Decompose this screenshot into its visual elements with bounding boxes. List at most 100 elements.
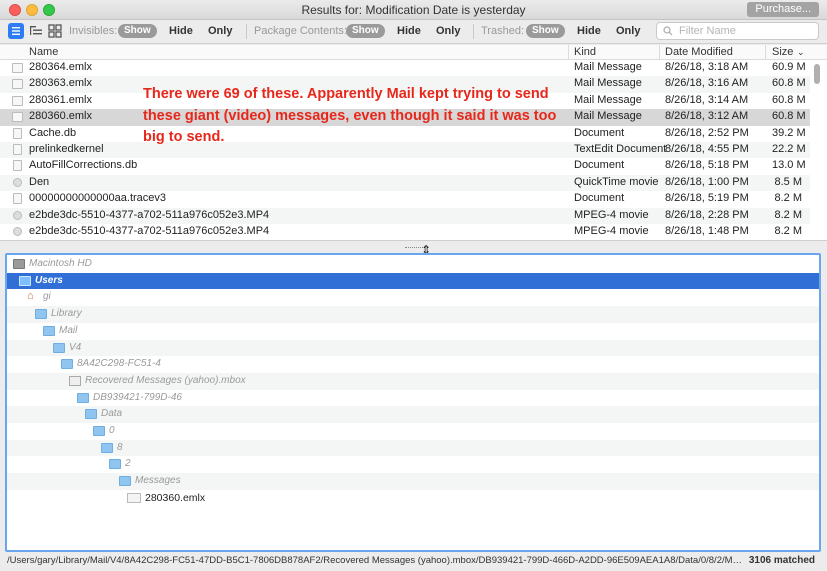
split-view-divider[interactable]: ⇕ (0, 241, 827, 257)
document-icon (13, 193, 22, 205)
trashed-show-button[interactable]: Show (526, 24, 565, 38)
file-name: Den (29, 175, 50, 188)
purchase-button[interactable]: Purchase... (747, 2, 819, 17)
folder-icon (53, 342, 65, 353)
document-icon (13, 144, 22, 155)
disk-icon (13, 259, 25, 269)
outline-row[interactable]: V4 (7, 339, 819, 357)
file-size: 8.2 M (774, 192, 802, 205)
folder-icon (19, 275, 31, 286)
table-scrollbar[interactable] (814, 64, 820, 84)
trashed-label: Trashed: (481, 25, 525, 37)
outline-label: 2 (125, 458, 131, 470)
folder-icon (101, 442, 113, 453)
invisibles-only-button[interactable]: Only (208, 25, 232, 37)
file-name: 280361.emlx (29, 93, 92, 106)
outline-row[interactable]: 8 (7, 439, 819, 457)
file-name: e2bde3dc-5510-4377-a702-511a976c052e3.MP… (29, 208, 270, 221)
outline-row[interactable]: 2 (7, 456, 819, 473)
toolbar-divider (473, 24, 474, 39)
file-size: 22.2 M (772, 143, 806, 155)
invisibles-label: Invisibles: (69, 25, 118, 37)
date-modified: 8/26/18, 5:19 PM (665, 192, 749, 205)
grid-view-button[interactable] (47, 23, 63, 39)
path-outline: Macintosh HD Users ⌂ gi Library Mail V4 8A42C29… (5, 253, 821, 552)
column-divider (568, 45, 569, 60)
file-kind: Mail Message (574, 93, 642, 106)
outline-label: Library (51, 308, 82, 320)
table-row[interactable]: e2bde3dc-5510-4377-a702-511a976c052e3.MP… (0, 207, 810, 224)
file-kind: Document (574, 192, 625, 205)
outline-row[interactable]: Messages (7, 473, 819, 490)
outline-row[interactable]: Data (7, 406, 819, 423)
title-bar: Results for: Modification Date is yester… (0, 0, 827, 20)
outline-row[interactable]: 280360.emlx (7, 490, 819, 507)
outline-row[interactable]: DB939421-799D-46 (7, 390, 819, 407)
package-only-button[interactable]: Only (436, 25, 460, 37)
trashed-only-button[interactable]: Only (616, 25, 640, 37)
package-hide-button[interactable]: Hide (397, 25, 421, 37)
outline-label: Messages (135, 475, 181, 487)
folder-icon (85, 409, 97, 420)
date-modified: 8/26/18, 4:55 PM (665, 143, 749, 155)
outline-row[interactable]: Mail (7, 323, 819, 340)
trashed-hide-button[interactable]: Hide (577, 25, 601, 37)
table-row[interactable]: e2bde3dc-5510-4377-a702-511a976c052e3.MP… (0, 224, 810, 240)
table-row[interactable]: 280364.emlx Mail Message 8/26/18, 3:18 AM 6… (0, 60, 810, 76)
invisibles-hide-button[interactable]: Hide (169, 25, 193, 37)
movie-icon (13, 210, 22, 220)
table-row[interactable]: 00000000000000aa.tracev3 Document 8/26/18,… (0, 191, 810, 207)
outline-label: Data (101, 408, 123, 420)
column-header-name[interactable]: Name (29, 46, 58, 58)
grid-view-icon (48, 24, 62, 38)
outline-label: DB939421-799D-46 (93, 391, 182, 403)
filter-field[interactable] (656, 22, 819, 40)
home-icon: ⌂ (27, 290, 34, 303)
file-kind: Mail Message (574, 110, 642, 123)
outline-view-button[interactable] (28, 23, 44, 39)
file-kind: Document (574, 126, 625, 139)
file-name: 280360.emlx (29, 110, 92, 123)
package-contents-label: Package Contents: (254, 25, 347, 37)
outline-view-icon (30, 26, 42, 35)
filter-name-input[interactable] (679, 24, 809, 38)
match-count: 3106 matched (748, 555, 815, 566)
file-size: 60.9 M (772, 61, 806, 73)
file-kind: MPEG-4 movie (574, 225, 649, 237)
movie-icon (13, 177, 22, 187)
outline-row[interactable]: ⌂ gi (7, 289, 819, 306)
outline-label: Mail (59, 324, 78, 336)
column-header-kind[interactable]: Kind (574, 46, 596, 58)
outline-row[interactable]: 8A42C298-FC51-4 (7, 356, 819, 373)
outline-row[interactable]: 0 (7, 423, 819, 440)
date-modified: 8/26/18, 3:16 AM (665, 77, 749, 90)
date-modified: 8/26/18, 3:14 AM (665, 93, 749, 106)
table-row[interactable]: AutoFillCorrections.db Document 8/26/18, 5… (0, 158, 810, 174)
invisibles-show-button[interactable]: Show (118, 24, 157, 38)
search-icon (663, 26, 673, 36)
mail-icon (12, 63, 23, 73)
outline-row[interactable]: Library (7, 306, 819, 323)
column-divider (765, 45, 766, 60)
file-size: 8.2 M (774, 208, 802, 221)
outline-row[interactable]: Recovered Messages (yahoo).mbox (7, 372, 819, 390)
column-header-date[interactable]: Date Modified (665, 46, 733, 58)
file-size: 60.8 M (772, 93, 806, 106)
table-row[interactable]: Den QuickTime movie 8/26/18, 1:00 PM 8.5 M (0, 174, 810, 192)
list-view-button[interactable] (8, 23, 24, 39)
file-kind: TextEdit Document (574, 143, 667, 155)
file-name: prelinkedkernel (29, 143, 104, 155)
mail-icon (12, 79, 23, 90)
column-header-size[interactable]: Size (772, 46, 793, 58)
outline-label: 0 (109, 425, 115, 436)
folder-icon (77, 392, 89, 403)
outline-label: Macintosh HD (29, 258, 92, 269)
mail-file-icon (127, 492, 141, 503)
mail-icon (12, 112, 23, 123)
file-name: 00000000000000aa.tracev3 (29, 192, 167, 205)
folder-icon (93, 426, 105, 436)
outline-row[interactable]: Users (7, 272, 819, 290)
outline-label: 8A42C298-FC51-4 (77, 358, 161, 370)
outline-row[interactable]: Macintosh HD (7, 256, 819, 273)
package-show-button[interactable]: Show (346, 24, 385, 38)
